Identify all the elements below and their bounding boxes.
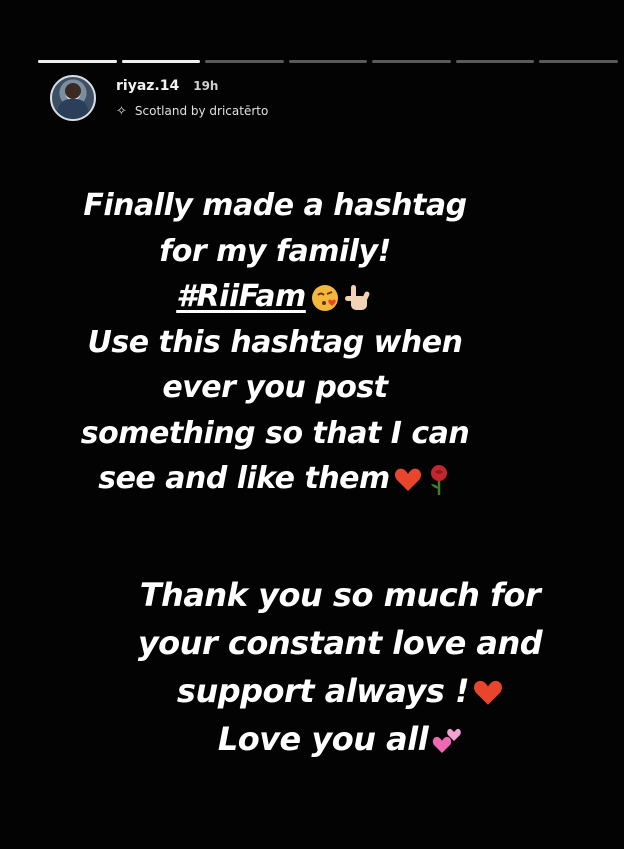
story-text-message-1: Finally made a hashtag for my family! #R… xyxy=(0,183,550,502)
message-line: Use this hashtag when xyxy=(87,324,463,360)
post-time: 19h xyxy=(193,79,219,93)
two-hearts-emoji xyxy=(432,727,462,755)
message-line: your constant love and xyxy=(137,624,543,662)
story-view[interactable]: riyaz.14 19h ✧ Scotland by dricatērto Fi… xyxy=(0,0,624,849)
message-line: see and like them xyxy=(0,456,550,502)
message-line-text: Love you all xyxy=(217,720,429,758)
message-line: support always ! xyxy=(70,667,610,715)
message-line: Finally made a hashtag xyxy=(83,188,467,223)
avatar[interactable] xyxy=(50,75,96,121)
message-line: Love you all xyxy=(70,715,610,763)
progress-segment xyxy=(121,60,201,63)
story-text-message-2: Thank you so much for your constant love… xyxy=(70,571,610,763)
story-header: riyaz.14 19h xyxy=(116,78,218,94)
progress-segment xyxy=(539,60,619,63)
rose-emoji xyxy=(426,464,452,496)
message-line-text: see and like them xyxy=(98,461,390,496)
message-line: Thank you so much for xyxy=(139,576,541,614)
music-label: Scotland by dricatērto xyxy=(134,104,269,118)
progress-segment xyxy=(205,60,284,63)
message-line: for my family! xyxy=(159,233,391,269)
message-line-text: support always ! xyxy=(176,672,470,710)
rock-on-hand-emoji xyxy=(344,282,374,314)
username[interactable]: riyaz.14 xyxy=(116,78,179,94)
kissing-face-emoji xyxy=(310,283,340,313)
progress-segment xyxy=(372,60,451,63)
red-heart-emoji xyxy=(394,467,422,493)
music-attribution[interactable]: ✧ Scotland by dricatērto xyxy=(116,104,268,118)
progress-segment xyxy=(455,60,535,63)
progress-segment xyxy=(288,60,368,63)
message-line: something so that I can xyxy=(80,415,470,451)
message-line: ever you post xyxy=(162,370,388,405)
hashtag-link[interactable]: #RiiFam xyxy=(176,279,306,314)
sparkle-music-icon: ✧ xyxy=(116,103,127,119)
story-progress-bar xyxy=(38,60,619,63)
progress-segment xyxy=(38,60,117,63)
message-line: #RiiFam xyxy=(0,274,550,320)
red-heart-emoji xyxy=(473,679,503,707)
